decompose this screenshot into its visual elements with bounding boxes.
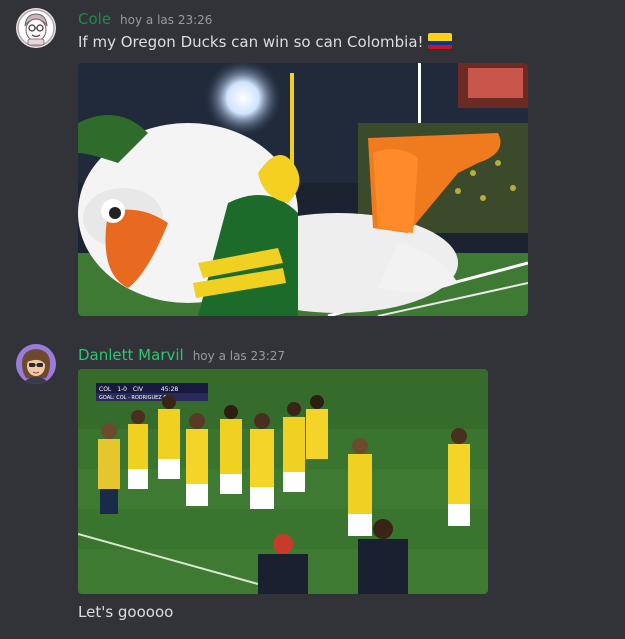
svg-text:COL 1-0 CI: COL 1-0 CIV 45:28 — [99, 386, 178, 393]
message-text: If my Oregon Ducks can win so can Colomb… — [78, 33, 424, 51]
flag-colombia-icon — [427, 33, 452, 49]
avatar-danlett-image — [16, 344, 56, 384]
soccer-celebration-gif: COL 1-0 CIV 45:28 GOAL: COL - RODRIGUEZ … — [78, 369, 488, 594]
message-content: If my Oregon Ducks can win so can Colomb… — [78, 33, 452, 51]
author-name[interactable]: Cole — [78, 10, 111, 28]
avatar-cole-image — [16, 8, 56, 48]
message-text: Let's gooooo — [78, 603, 174, 621]
svg-text:GOAL: COL - RODRIGUEZ 64': GOAL: COL - RODRIGUEZ 64' — [99, 395, 171, 401]
avatar-cole[interactable] — [16, 8, 56, 48]
message-timestamp[interactable]: hoy a las 23:26 — [120, 13, 212, 27]
message-timestamp[interactable]: hoy a las 23:27 — [193, 349, 285, 363]
message-content: Let's gooooo — [78, 603, 173, 621]
gif-attachment-soccer[interactable]: COL 1-0 CIV 45:28 GOAL: COL - RODRIGUEZ … — [78, 369, 488, 594]
duck-mascot-gif — [78, 63, 528, 316]
scoreboard: COL 1-0 CIV 45:28 GOAL: COL - RODRIGUEZ … — [96, 383, 208, 401]
author-name[interactable]: Danlett Marvil — [78, 346, 184, 364]
gif-attachment-duck[interactable] — [78, 63, 528, 316]
avatar-danlett[interactable] — [16, 344, 56, 384]
